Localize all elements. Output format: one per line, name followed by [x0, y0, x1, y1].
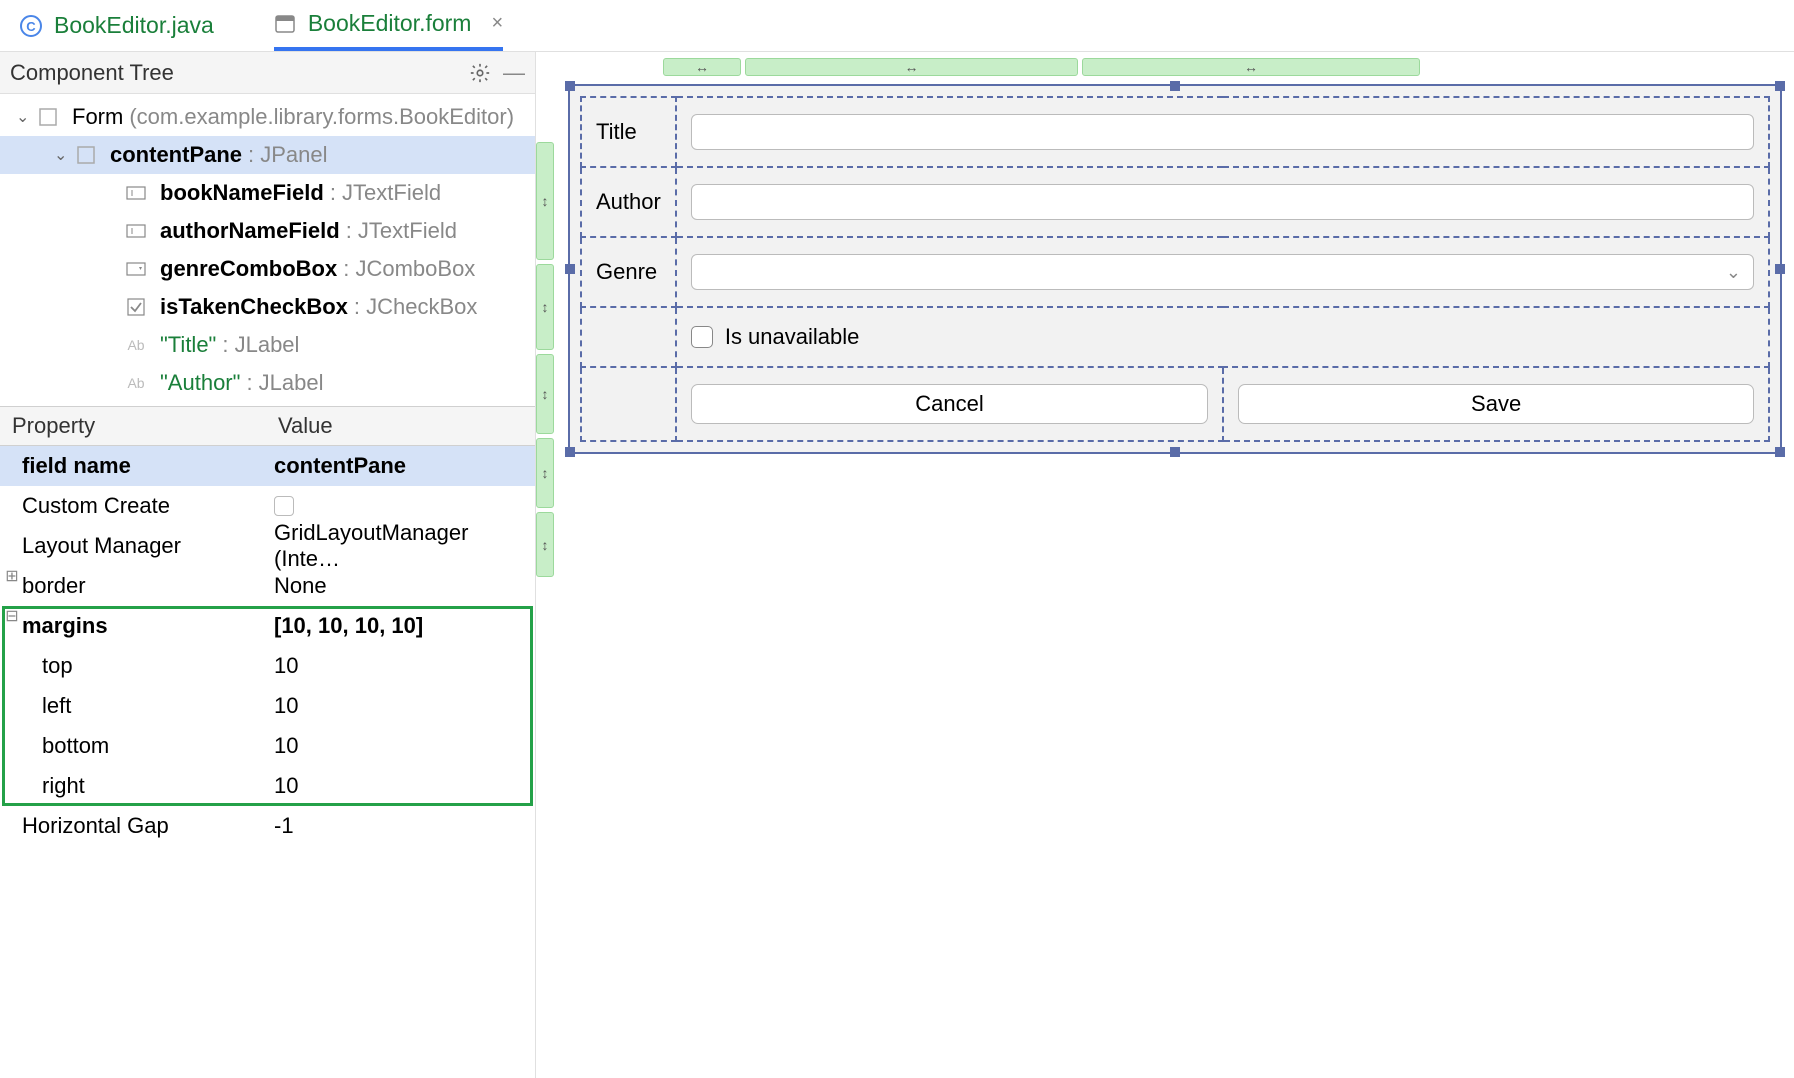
selection-handle[interactable]	[565, 264, 575, 274]
form-icon	[36, 107, 60, 127]
author-label[interactable]: Author	[581, 167, 676, 237]
chevron-down-icon: ⌄	[1726, 262, 1741, 283]
textfield-icon	[124, 183, 148, 203]
properties-panel: Property Value field name contentPane Cu…	[0, 406, 535, 1078]
genre-label[interactable]: Genre	[581, 237, 676, 307]
row-size-handle[interactable]: ↕	[536, 264, 554, 350]
tree-content-pane[interactable]: ⌄ contentPane : JPanel	[0, 136, 535, 174]
genre-combobox[interactable]: ⌄	[691, 254, 1754, 290]
row-size-handle[interactable]: ↕	[536, 142, 554, 260]
checkbox-cell[interactable]: Is unavailable	[676, 307, 1769, 367]
tab-form-file[interactable]: BookEditor.form ×	[274, 0, 503, 51]
selection-handle[interactable]	[565, 447, 575, 457]
prop-margin-top[interactable]: top 10	[0, 646, 535, 686]
tree-author-label[interactable]: Ab "Author" : JLabel	[0, 364, 535, 402]
collapse-icon[interactable]: ⊟	[4, 606, 20, 626]
tab-java-file[interactable]: C BookEditor.java	[20, 0, 214, 51]
save-cell: Save	[1223, 367, 1769, 441]
prop-margin-bottom[interactable]: bottom 10	[0, 726, 535, 766]
col-size-handle[interactable]: ↔	[663, 58, 741, 76]
chevron-down-icon[interactable]: ⌄	[54, 145, 74, 165]
prop-margins[interactable]: ⊟ margins [10, 10, 10, 10]	[0, 606, 535, 646]
col-size-handle[interactable]: ↔	[745, 58, 1078, 76]
prop-field-name[interactable]: field name contentPane	[0, 446, 535, 486]
prop-border[interactable]: ⊞ border None	[0, 566, 535, 606]
cancel-button[interactable]: Cancel	[691, 384, 1208, 424]
properties-header: Property Value	[0, 406, 535, 446]
tree-author-name-field[interactable]: authorNameField : JTextField	[0, 212, 535, 250]
selection-handle[interactable]	[1170, 81, 1180, 91]
is-unavailable-checkbox[interactable]	[691, 326, 713, 348]
tree-root-form[interactable]: ⌄ Form (com.example.library.forms.BookEd…	[0, 98, 535, 136]
author-field-cell[interactable]	[676, 167, 1769, 237]
form-file-icon	[274, 13, 296, 35]
tree-title-label[interactable]: Ab "Title" : JLabel	[0, 326, 535, 364]
tab-label: BookEditor.java	[54, 12, 214, 39]
tree-is-taken-checkbox[interactable]: isTakenCheckBox : JCheckBox	[0, 288, 535, 326]
selection-handle[interactable]	[1775, 81, 1785, 91]
prop-margin-right[interactable]: right 10	[0, 766, 535, 806]
selection-handle[interactable]	[1775, 447, 1785, 457]
empty-cell	[581, 307, 676, 367]
tab-label: BookEditor.form	[308, 10, 472, 37]
close-icon[interactable]: ×	[491, 12, 503, 35]
component-tree-header: Component Tree —	[0, 52, 535, 94]
save-button[interactable]: Save	[1238, 384, 1754, 424]
prop-horizontal-gap[interactable]: Horizontal Gap -1	[0, 806, 535, 846]
title-field-cell[interactable]	[676, 97, 1769, 167]
editor-tabs-bar: C BookEditor.java BookEditor.form ×	[0, 0, 1794, 52]
title-label[interactable]: Title	[581, 97, 676, 167]
prop-layout-manager[interactable]: Layout Manager GridLayoutManager (Inte…	[0, 526, 535, 566]
chevron-down-icon[interactable]: ⌄	[16, 107, 36, 127]
label-icon: Ab	[124, 335, 148, 355]
prop-margin-left[interactable]: left 10	[0, 686, 535, 726]
author-input[interactable]	[691, 184, 1754, 220]
panel-icon	[74, 145, 98, 165]
design-canvas-area: ↔ ↔ ↔ Title	[556, 52, 1794, 1078]
form-designer: ↕ ↕ ↕ ↕ ↕ ↔ ↔ ↔	[536, 52, 1794, 1078]
selection-handle[interactable]	[1775, 264, 1785, 274]
row-size-handle[interactable]: ↕	[536, 354, 554, 434]
selection-handle[interactable]	[565, 81, 575, 91]
class-file-icon: C	[20, 15, 42, 37]
gear-icon[interactable]	[469, 62, 491, 84]
label-icon: Ab	[124, 373, 148, 393]
panel-title: Component Tree	[10, 60, 174, 86]
minimize-icon[interactable]: —	[503, 60, 525, 86]
cancel-cell: Cancel	[676, 367, 1223, 441]
title-input[interactable]	[691, 114, 1754, 150]
expand-icon[interactable]: ⊞	[4, 566, 20, 586]
tree-genre-combo[interactable]: genreComboBox : JComboBox	[0, 250, 535, 288]
selection-handle[interactable]	[1170, 447, 1180, 457]
horizontal-gutter: ↔ ↔ ↔	[663, 58, 1782, 76]
form-grid: Title Author Genre	[580, 96, 1770, 442]
tree-book-name-field[interactable]: bookNameField : JTextField	[0, 174, 535, 212]
textfield-icon	[124, 221, 148, 241]
checkbox-icon	[124, 297, 148, 317]
form-canvas[interactable]: Title Author Genre	[568, 84, 1782, 454]
custom-create-checkbox[interactable]	[274, 496, 294, 516]
row-size-handle[interactable]: ↕	[536, 438, 554, 508]
is-unavailable-label: Is unavailable	[725, 324, 860, 350]
component-tree: ⌄ Form (com.example.library.forms.BookEd…	[0, 94, 535, 406]
combobox-icon	[124, 259, 148, 279]
empty-cell	[581, 367, 676, 441]
vertical-gutter: ↕ ↕ ↕ ↕ ↕	[536, 52, 556, 1078]
svg-text:C: C	[26, 19, 36, 34]
row-size-handle[interactable]: ↕	[536, 512, 554, 577]
left-panel: Component Tree — ⌄ Form (com.example.lib…	[0, 52, 536, 1078]
genre-field-cell[interactable]: ⌄	[676, 237, 1769, 307]
col-size-handle[interactable]: ↔	[1082, 58, 1420, 76]
